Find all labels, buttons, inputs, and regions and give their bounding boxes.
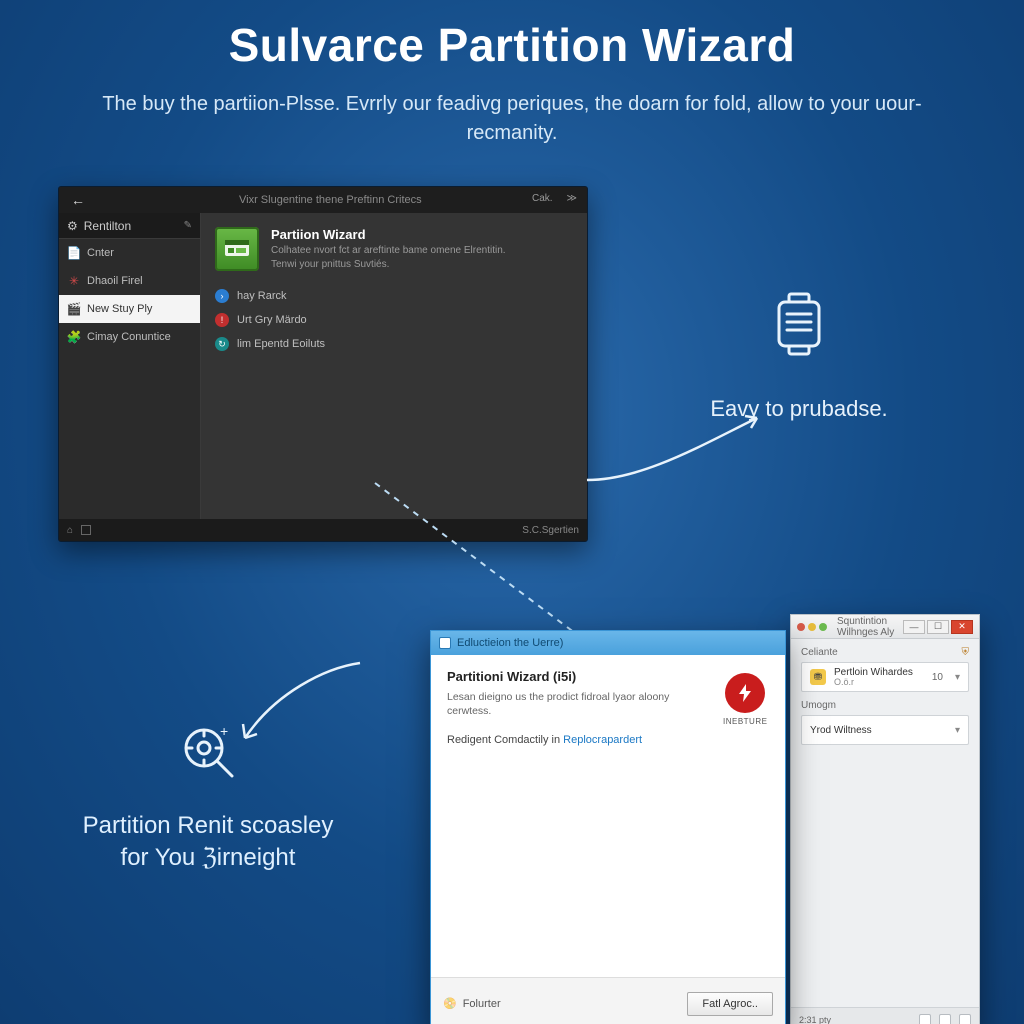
- close-button[interactable]: ✕: [951, 620, 973, 634]
- sidebar-item-2[interactable]: 🎬 New Stuy Ply: [59, 295, 200, 323]
- edit-icon[interactable]: ✎: [184, 220, 192, 231]
- dark-sidebar: ⚙ Rentilton ✎ 📄 Cnter ✳ Dhaoil Firel 🎬 Ne…: [59, 213, 201, 519]
- more-icon[interactable]: ≫: [567, 193, 577, 204]
- page-title: Sulvarce Partition Wizard: [0, 18, 1024, 72]
- alt-action-button[interactable]: Fatl Agroc..: [687, 992, 773, 1016]
- feature-easy: Eavy to prubadse.: [679, 288, 919, 422]
- sidebar-item-label: New Stuy Ply: [87, 303, 152, 315]
- dark-window-title: Vixr Slugentine thene Preftinn Critecs: [239, 194, 422, 206]
- status-icon-1[interactable]: [919, 1014, 931, 1024]
- status-box-icon[interactable]: [81, 525, 91, 535]
- row2-title: Yrod Wiltness: [810, 725, 947, 736]
- sidepanel-titlebar: Squntintion Wilhnges Aly — ☐ ✕: [791, 615, 979, 639]
- dark-window-top-actions: Cak. ≫: [532, 193, 577, 204]
- tool-label: lim Epentd Eoiluts: [237, 338, 325, 350]
- sidebar-item-3[interactable]: 🧩 Cimay Conuntice: [59, 323, 200, 351]
- shield-icon: ⛨: [962, 647, 970, 658]
- page-subtitle: The buy the partiion-Plsse. Evrrly our f…: [0, 90, 1024, 148]
- sidebar-item-label: Cimay Conuntice: [87, 331, 171, 343]
- chevron-down-icon: ▾: [955, 725, 960, 736]
- sidebar-item-0[interactable]: 📄 Cnter: [59, 239, 200, 267]
- dark-statusbar: ⌂ S.C.Sgertien: [59, 519, 587, 541]
- home-icon[interactable]: ⌂: [67, 525, 73, 536]
- status-right-text: S.C.Sgertien: [522, 525, 579, 536]
- bolt-icon: [725, 673, 765, 713]
- row1-count: 10: [932, 672, 943, 683]
- dark-window-titlebar: ← Vixr Slugentine thene Preftinn Critecs: [59, 187, 587, 213]
- app-icon: [439, 637, 451, 649]
- category-label[interactable]: Cak.: [532, 193, 553, 204]
- dark-tool-list: › hay Rarck ! Urt Gry Märdo ↻ lim Epentd…: [215, 289, 573, 351]
- tool-item-0[interactable]: › hay Rarck: [215, 289, 573, 303]
- partition-hero-icon: [215, 227, 259, 271]
- maximize-button[interactable]: ☐: [927, 620, 949, 634]
- dialog-brand-logo: INEBTURE: [723, 673, 767, 726]
- sidepanel-statusbar: 2:31 pty: [791, 1007, 979, 1024]
- tool-item-2[interactable]: ↻ lim Epentd Eoiluts: [215, 337, 573, 351]
- disc-icon: 📀: [443, 997, 457, 1010]
- section1-label: Celiante ⛨: [801, 647, 969, 658]
- dialog-heading: Partitioni Wizard (i5i): [447, 669, 769, 684]
- side-panel-window: Squntintion Wilhnges Aly — ☐ ✕ Celiante …: [790, 614, 980, 1024]
- footer-left-label: Folurter: [463, 998, 501, 1010]
- status-time: 2:31 pty: [799, 1015, 831, 1024]
- sidebar-item-1[interactable]: ✳ Dhaoil Firel: [59, 267, 200, 295]
- traffic-lights-icon: [797, 623, 827, 631]
- dialog-body: Partitioni Wizard (i5i) Lesan dieigno us…: [431, 655, 785, 977]
- dialog-window: Edluctieion the Uerre) Partitioni Wizard…: [430, 630, 786, 1024]
- bullet-icon: ↻: [215, 337, 229, 351]
- dark-main: Partiion Wizard Colhatee nvort fct ar ar…: [201, 213, 587, 519]
- dark-hero-desc: Colhatee nvort fct ar areftinte bame ome…: [271, 244, 506, 271]
- app-window-dark: ← Vixr Slugentine thene Preftinn Critecs…: [58, 186, 588, 542]
- dialog-link-line: Redigent Comdactily in Replocrapardert: [447, 734, 769, 746]
- dialog-titlebar: Edluctieion the Uerre): [431, 631, 785, 655]
- row1-title: Pertloin Wihardes: [834, 667, 924, 678]
- puzzle-icon: 🧩: [67, 330, 81, 344]
- panel-row-1[interactable]: ⛃ Pertloin Wihardes O.ö.r 10 ▾: [801, 662, 969, 692]
- bullet-icon: !: [215, 313, 229, 327]
- svg-text:+: +: [220, 723, 228, 739]
- sidebar-item-label: Cnter: [87, 247, 114, 259]
- back-icon[interactable]: ←: [67, 191, 89, 209]
- device-icon: [763, 288, 835, 360]
- arrow-to-feature-icon: [582, 410, 772, 490]
- tool-label: hay Rarck: [237, 290, 287, 302]
- doc-icon: 📄: [67, 246, 81, 260]
- sidebar-header-label: Rentilton: [84, 219, 131, 233]
- dark-hero-title: Partiion Wizard: [271, 227, 506, 242]
- tool-label: Urt Gry Märdo: [237, 314, 307, 326]
- row1-sub: O.ö.r: [834, 678, 924, 688]
- bullet-icon: ›: [215, 289, 229, 303]
- section2-label: Umogm: [801, 700, 969, 711]
- sidebar-item-label: Dhaoil Firel: [87, 275, 143, 287]
- feature-easy-text: Eavy to prubadse.: [679, 396, 919, 422]
- dialog-link[interactable]: Replocrapardert: [563, 734, 642, 746]
- sidebar-header: ⚙ Rentilton ✎: [59, 213, 200, 239]
- tool-item-1[interactable]: ! Urt Gry Märdo: [215, 313, 573, 327]
- feature-partition-rent: + Partition Renit scoasley for You ℨirne…: [58, 718, 358, 875]
- sidepanel-title: Squntintion Wilhnges Aly: [837, 616, 897, 638]
- clapper-icon: 🎬: [67, 302, 81, 316]
- panel-row-2[interactable]: Yrod Wiltness ▾: [801, 715, 969, 745]
- dialog-footer: 📀 Folurter Fatl Agroc..: [431, 977, 785, 1024]
- dialog-titlebar-text: Edluctieion the Uerre): [457, 637, 563, 649]
- gear-icon: ⚙: [67, 219, 78, 233]
- feature-left-text: Partition Renit scoasley for You ℨirneig…: [58, 810, 358, 875]
- folder-icon: ⛃: [810, 669, 826, 685]
- brand-label: INEBTURE: [723, 717, 767, 726]
- minimize-button[interactable]: —: [903, 620, 925, 634]
- magnify-gear-icon: +: [174, 718, 242, 786]
- dialog-subtext: Lesan dieigno us the prodict fidroal lya…: [447, 690, 677, 718]
- status-icon-2[interactable]: [939, 1014, 951, 1024]
- burst-icon: ✳: [67, 274, 81, 288]
- chevron-down-icon: ▾: [955, 672, 960, 683]
- status-icon-3[interactable]: [959, 1014, 971, 1024]
